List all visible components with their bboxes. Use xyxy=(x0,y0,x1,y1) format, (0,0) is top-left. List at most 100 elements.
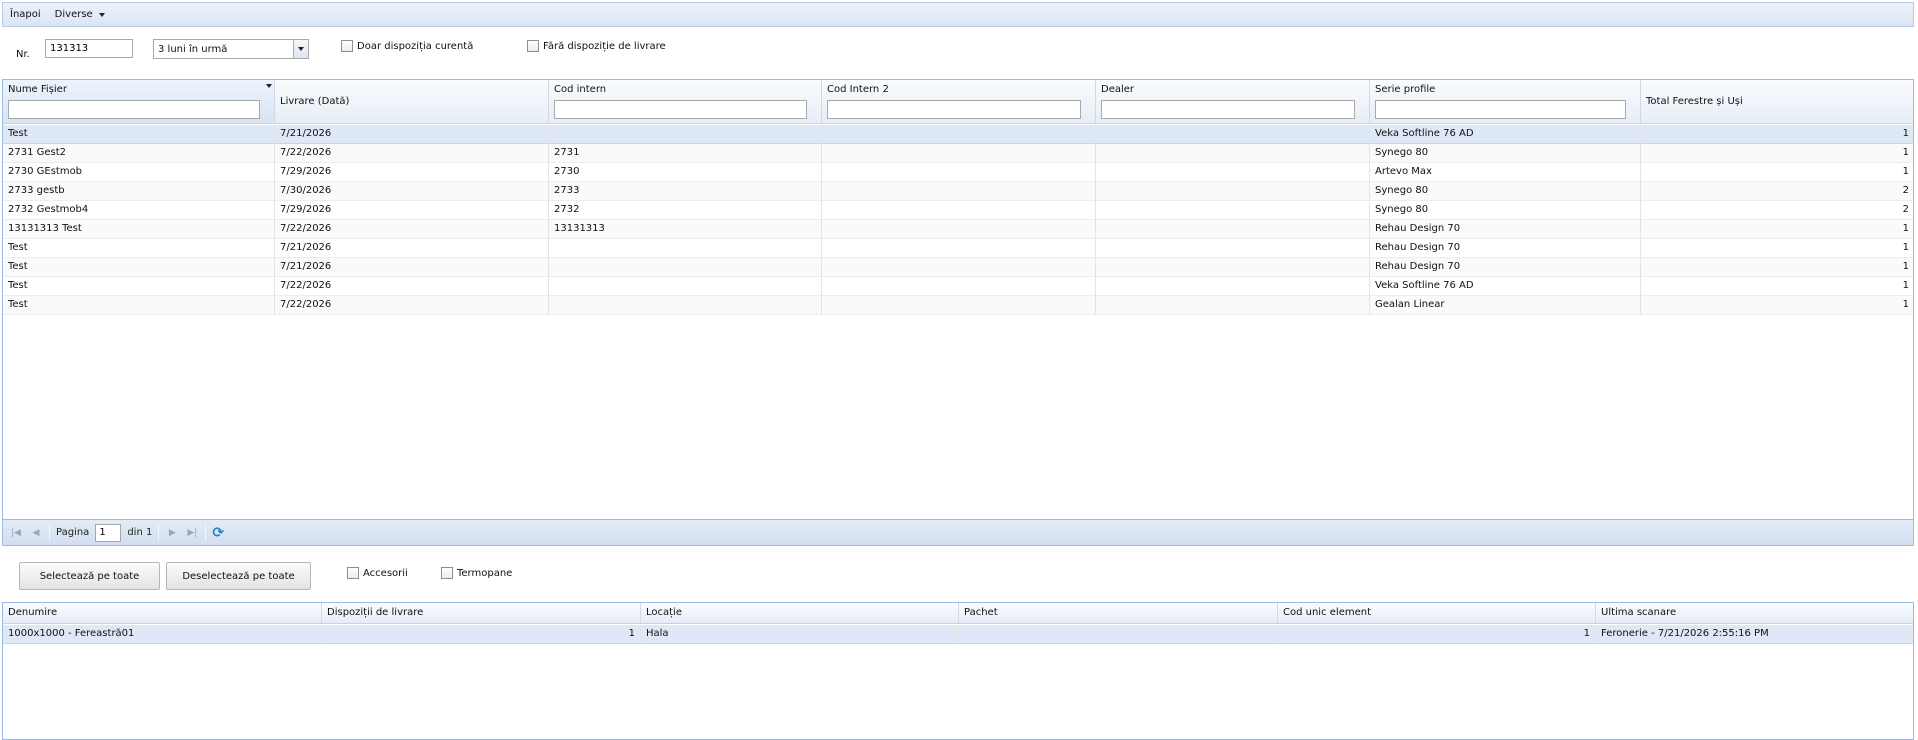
col-header-dealer[interactable]: Dealer xyxy=(1096,80,1370,123)
cell-file-name: Test xyxy=(3,239,275,258)
prev-page-icon[interactable]: ◀ xyxy=(29,526,43,540)
table-row[interactable]: 2732 Gestmob4 7/29/2026 2732 Synego 80 2 xyxy=(3,201,1913,220)
cell-internal-code-2 xyxy=(822,163,1096,182)
cell-delivery-date: 7/21/2026 xyxy=(275,239,549,258)
nr-input[interactable] xyxy=(45,39,133,58)
only-current-checkbox[interactable]: Doar dispoziția curentă xyxy=(341,40,473,52)
filter-dealer[interactable] xyxy=(1101,100,1355,119)
cell-dealer xyxy=(1096,144,1370,163)
checkbox-icon[interactable] xyxy=(527,40,539,52)
col-header-last-scan[interactable]: Ultima scanare xyxy=(1596,603,1913,623)
files-grid-header: Nume Fișier Livrare (Dată) Cod intern Co… xyxy=(3,80,1913,124)
cell-profile-series: Rehau Design 70 xyxy=(1370,239,1641,258)
cell-last-scan: Feronerie - 7/21/2026 2:55:16 PM xyxy=(1596,625,1913,644)
cell-internal-code-2 xyxy=(822,258,1096,277)
filter-internal-code[interactable] xyxy=(554,100,807,119)
cell-dealer xyxy=(1096,220,1370,239)
col-header-total-windows[interactable]: Total Ferestre și Uși xyxy=(1641,80,1913,123)
only-current-label: Doar dispoziția curentă xyxy=(357,40,474,52)
col-header-name[interactable]: Denumire xyxy=(3,603,322,623)
filter-file-name[interactable] xyxy=(8,100,260,119)
column-menu-icon[interactable] xyxy=(266,84,272,88)
page-number-input[interactable] xyxy=(95,523,122,542)
cell-delivery-date: 7/22/2026 xyxy=(275,144,549,163)
no-disposition-checkbox[interactable]: Fără dispoziție de livrare xyxy=(527,40,666,52)
cell-profile-series: Rehau Design 70 xyxy=(1370,220,1641,239)
cell-delivery-date: 7/21/2026 xyxy=(275,125,549,144)
cell-profile-series: Veka Softline 76 AD xyxy=(1370,125,1641,144)
cell-internal-code-2 xyxy=(822,144,1096,163)
col-header-internal-code-2[interactable]: Cod Intern 2 xyxy=(822,80,1096,123)
col-header-profile-series[interactable]: Serie profile xyxy=(1370,80,1641,123)
cell-internal-code xyxy=(549,296,822,315)
thermopanes-checkbox[interactable]: Termopane xyxy=(441,567,512,579)
misc-menu[interactable]: Diverse xyxy=(55,9,105,20)
cell-internal-code: 2732 xyxy=(549,201,822,220)
col-header-file-name[interactable]: Nume Fișier xyxy=(3,80,275,123)
cell-total-windows: 2 xyxy=(1641,182,1913,201)
cell-delivery-date: 7/22/2026 xyxy=(275,277,549,296)
col-header-delivery-date[interactable]: Livrare (Dată) xyxy=(275,80,549,123)
cell-unique-code: 1 xyxy=(1278,625,1596,644)
col-header-location[interactable]: Locație xyxy=(641,603,959,623)
cell-profile-series: Synego 80 xyxy=(1370,144,1641,163)
pager-toolbar: |◀ ◀ Pagina din 1 ▶ ▶| ⟳ xyxy=(2,519,1914,546)
table-row[interactable]: Test 7/21/2026 Rehau Design 70 1 xyxy=(3,258,1913,277)
col-header-package[interactable]: Pachet xyxy=(959,603,1278,623)
col-header-unique-code[interactable]: Cod unic element xyxy=(1278,603,1596,623)
cell-profile-series: Gealan Linear xyxy=(1370,296,1641,315)
filter-bar: Nr. 3 luni în urmă Doar dispoziția curen… xyxy=(0,27,1918,79)
filter-profile-series[interactable] xyxy=(1375,100,1626,119)
checkbox-icon[interactable] xyxy=(347,567,359,579)
cell-internal-code: 2733 xyxy=(549,182,822,201)
cell-profile-series: Synego 80 xyxy=(1370,182,1641,201)
cell-total-windows: 1 xyxy=(1641,258,1913,277)
chevron-down-icon[interactable] xyxy=(293,40,308,58)
cell-total-windows: 1 xyxy=(1641,296,1913,315)
no-disposition-label: Fără dispoziție de livrare xyxy=(543,40,666,52)
filter-internal-code-2[interactable] xyxy=(827,100,1081,119)
checkbox-icon[interactable] xyxy=(441,567,453,579)
table-row[interactable]: Test 7/22/2026 Veka Softline 76 AD 1 xyxy=(3,277,1913,296)
chevron-down-icon xyxy=(98,12,105,17)
cell-internal-code: 2730 xyxy=(549,163,822,182)
checkbox-icon[interactable] xyxy=(341,40,353,52)
table-row[interactable]: Test 7/21/2026 Rehau Design 70 1 xyxy=(3,239,1913,258)
cell-package xyxy=(959,625,1278,644)
cell-delivery-date: 7/30/2026 xyxy=(275,182,549,201)
cell-delivery-date: 7/22/2026 xyxy=(275,220,549,239)
deselect-all-button[interactable]: Deselectează pe toate xyxy=(166,562,311,590)
table-row[interactable]: Test 7/21/2026 Veka Softline 76 AD 1 xyxy=(3,125,1913,144)
cell-dealer xyxy=(1096,277,1370,296)
page-total-label: din 1 xyxy=(127,527,153,538)
refresh-icon[interactable]: ⟳ xyxy=(212,525,224,541)
cell-internal-code-2 xyxy=(822,182,1096,201)
table-row[interactable]: Test 7/22/2026 Gealan Linear 1 xyxy=(3,296,1913,315)
table-row[interactable]: 2733 gestb 7/30/2026 2733 Synego 80 2 xyxy=(3,182,1913,201)
cell-internal-code-2 xyxy=(822,296,1096,315)
accessories-checkbox[interactable]: Accesorii xyxy=(347,567,408,579)
cell-profile-series: Rehau Design 70 xyxy=(1370,258,1641,277)
col-header-delivery-dispositions[interactable]: Dispoziții de livrare xyxy=(322,603,641,623)
table-row[interactable]: 1000x1000 - Fereastră01 1 Hala 1 Feronerie -… xyxy=(3,625,1913,644)
cell-file-name: Test xyxy=(3,258,275,277)
page-label: Pagina xyxy=(56,527,90,538)
cell-profile-series: Artevo Max xyxy=(1370,163,1641,182)
table-row[interactable]: 2731 Gest2 7/22/2026 2731 Synego 80 1 xyxy=(3,144,1913,163)
thermopanes-label: Termopane xyxy=(457,567,513,579)
col-header-internal-code[interactable]: Cod intern xyxy=(549,80,822,123)
cell-dealer xyxy=(1096,296,1370,315)
period-select-value: 3 luni în urmă xyxy=(158,43,228,55)
cell-file-name: 2732 Gestmob4 xyxy=(3,201,275,220)
period-select[interactable]: 3 luni în urmă xyxy=(153,39,309,59)
next-page-icon[interactable]: ▶ xyxy=(165,526,179,540)
select-all-button[interactable]: Selectează pe toate xyxy=(19,562,160,590)
back-button[interactable]: Înapoi xyxy=(10,9,41,20)
elements-grid-rows: 1000x1000 - Fereastră01 1 Hala 1 Feronerie -… xyxy=(3,625,1913,644)
first-page-icon[interactable]: |◀ xyxy=(9,526,23,540)
top-toolbar: Înapoi Diverse xyxy=(2,2,1914,27)
last-page-icon[interactable]: ▶| xyxy=(185,526,199,540)
table-row[interactable]: 13131313 Test 7/22/2026 13131313 Rehau Desi… xyxy=(3,220,1913,239)
cell-dealer xyxy=(1096,182,1370,201)
table-row[interactable]: 2730 GEstmob 7/29/2026 2730 Artevo Max 1 xyxy=(3,163,1913,182)
